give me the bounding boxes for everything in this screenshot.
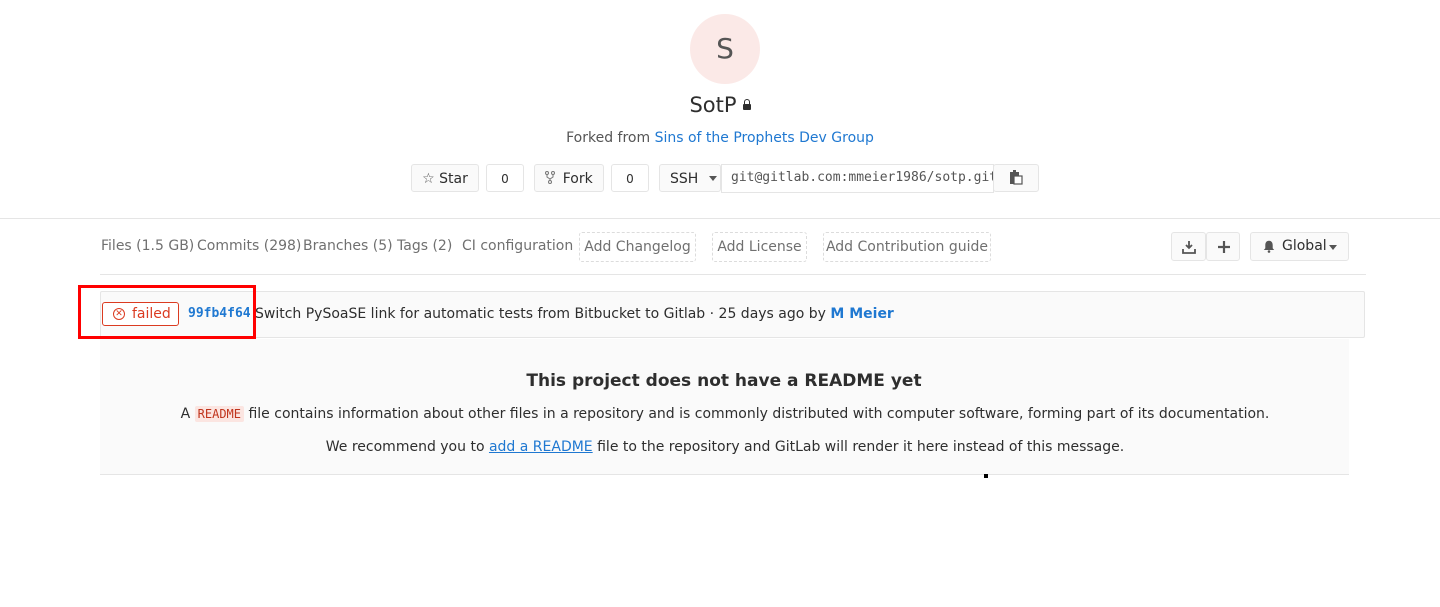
download-icon [1182,241,1196,254]
nav-tags[interactable]: Tags (2) [397,238,452,254]
add-contribution-guide-button[interactable]: Add Contribution guide [823,232,991,262]
readme-recommendation: We recommend you to add a README file to… [325,439,1125,455]
plus-icon [1218,241,1230,253]
copy-url-button[interactable] [993,164,1039,192]
lock-icon [742,99,751,110]
header-divider [0,218,1440,219]
star-button[interactable]: ☆ Star [411,164,479,192]
add-new-button[interactable] [1206,232,1240,261]
nav-files[interactable]: Files (1.5 GB) [101,238,194,254]
clone-url-input[interactable]: git@gitlab.com:mmeier1986/sotp.git [721,164,994,193]
caret-down-icon [708,176,717,181]
nav-commits[interactable]: Commits (298) [197,238,301,254]
clone-protocol-dropdown[interactable]: SSH [659,164,721,192]
nav-branches[interactable]: Branches (5) [303,238,393,254]
commit-author-link[interactable]: M Meier [830,306,893,322]
readme-title: This project does not have a README yet [526,371,922,391]
nav-ci-configuration[interactable]: CI configuration [462,238,573,254]
add-changelog-button[interactable]: Add Changelog [579,232,696,262]
nav-divider [100,274,1366,275]
fork-count[interactable]: 0 [611,164,649,192]
commit-message: Switch PySoaSE link for automatic tests … [255,306,894,322]
fork-button[interactable]: Fork [534,164,604,192]
caret-down-icon [1329,245,1337,250]
add-readme-link[interactable]: add a README [489,439,593,455]
project-avatar: S [690,14,760,84]
fork-icon [545,171,556,184]
clipboard-icon [1010,170,1023,185]
mouse-cursor-marker [984,474,988,478]
project-title: SotP [689,93,737,117]
star-count[interactable]: 0 [486,164,524,192]
star-icon: ☆ [422,171,435,187]
readme-description: A README file contains information about… [180,406,1270,422]
download-button[interactable] [1171,232,1206,261]
bell-icon [1263,240,1275,253]
forked-from-link[interactable]: Sins of the Prophets Dev Group [655,130,874,146]
readme-code: README [194,406,245,422]
highlight-annotation [78,285,256,339]
project-title-row: SotP [0,93,1440,117]
add-license-button[interactable]: Add License [712,232,807,262]
forked-from: Forked from Sins of the Prophets Dev Gro… [566,130,874,146]
notification-dropdown[interactable]: Global [1250,232,1349,261]
